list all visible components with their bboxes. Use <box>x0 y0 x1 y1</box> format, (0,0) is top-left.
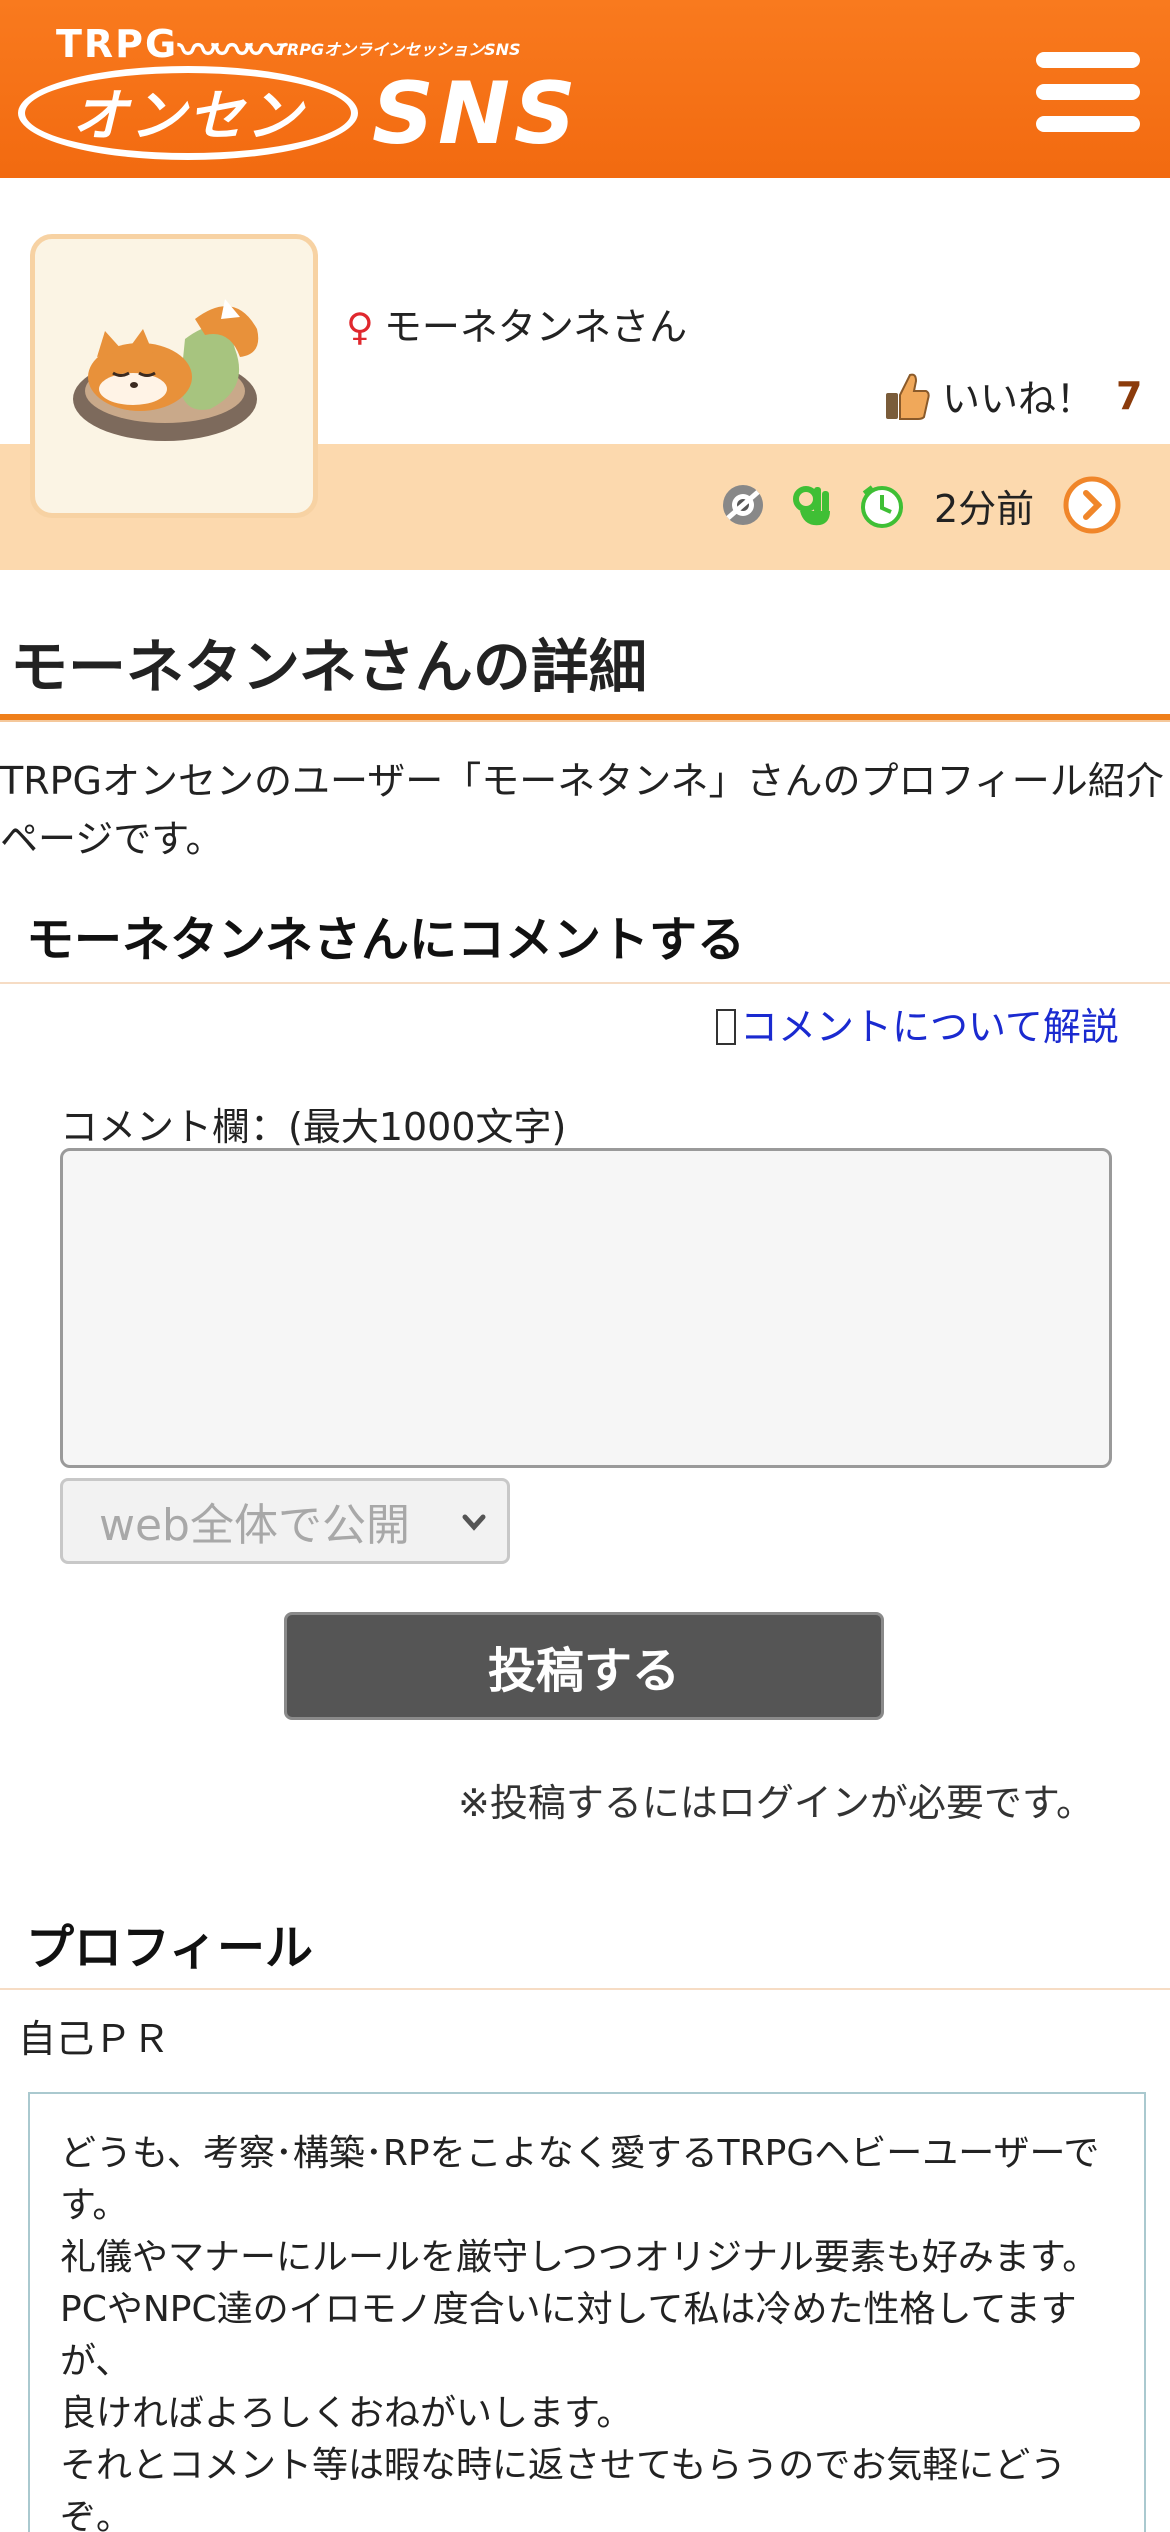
profile-section-heading: プロフィール <box>26 1920 314 1976</box>
clock-icon <box>861 485 903 528</box>
post-button-label: 投稿する <box>487 1643 680 1699</box>
hamburger-menu-icon[interactable] <box>1036 52 1144 132</box>
comment-textarea[interactable] <box>60 1148 1112 1468</box>
profile-section-divider <box>0 1988 1170 1990</box>
self-pr-label: 自己ＰＲ <box>18 2017 171 2061</box>
logo-oval: オンセン <box>18 66 358 160</box>
fox-avatar-icon <box>73 299 259 441</box>
last-active-time: 2分前 <box>934 486 1035 531</box>
visibility-select[interactable]: web全体で公開 <box>60 1478 510 1564</box>
avatar <box>30 234 318 518</box>
like-counter[interactable]: いいね！ 7 <box>884 368 1142 423</box>
logo-sns-text: SNS <box>372 64 580 164</box>
comment-field-label: コメント欄：(最大1000文字) <box>60 1105 567 1149</box>
self-pr-text: どうも、考察･構築･RPをこよなく愛するTRPGヘビーユーザーです。 礼儀やマナ… <box>60 2133 1100 2532</box>
user-name: ♀ モーネタンネさん <box>346 296 687 351</box>
user-name-text: モーネタンネさん <box>383 305 688 349</box>
logo-tagline: TRPGオンラインセッションSNS <box>276 40 521 59</box>
comment-section-divider <box>0 982 1170 984</box>
help-box-icon <box>716 1009 736 1045</box>
status-row: 2分前 <box>720 470 1122 540</box>
arrow-right-circle-icon[interactable] <box>1062 475 1122 535</box>
post-button[interactable]: 投稿する <box>284 1612 884 1720</box>
thumbs-up-icon <box>886 373 930 420</box>
like-count: 7 <box>1116 373 1143 418</box>
page-title: モーネタンネさんの詳細 <box>10 633 647 701</box>
gender-female-icon: ♀ <box>346 305 374 349</box>
comment-section-heading: モーネタンネさんにコメントする <box>26 912 746 968</box>
site-logo[interactable]: TRPG 〰〰〰 TRPGオンラインセッションSNS オンセン SNS <box>18 16 576 166</box>
logo-trpg-text: TRPG <box>56 22 179 66</box>
ok-hand-icon <box>793 486 830 526</box>
login-required-note: ※投稿するにはログインが必要です。 <box>458 1781 1095 1825</box>
camera-icon <box>723 485 763 525</box>
title-divider <box>0 714 1170 722</box>
logo-main-text: オンセン <box>72 83 304 149</box>
like-label: いいね！ <box>942 377 1095 421</box>
visibility-selected-value: web全体で公開 <box>99 1500 410 1551</box>
self-pr-box: どうも、考察･構築･RPをこよなく愛するTRPGヘビーユーザーです。 礼儀やマナ… <box>28 2092 1146 2532</box>
page-intro: TRPGオンセンのユーザー「モーネタンネ」さんのプロフィール紹介ページです。 <box>0 759 1164 861</box>
comment-help-link[interactable]: コメントについて解説 <box>716 996 1119 1051</box>
app-header: TRPG 〰〰〰 TRPGオンラインセッションSNS オンセン SNS <box>0 0 1170 178</box>
comment-help-text: コメントについて解説 <box>740 1005 1119 1049</box>
chevron-down-icon <box>462 1514 486 1531</box>
